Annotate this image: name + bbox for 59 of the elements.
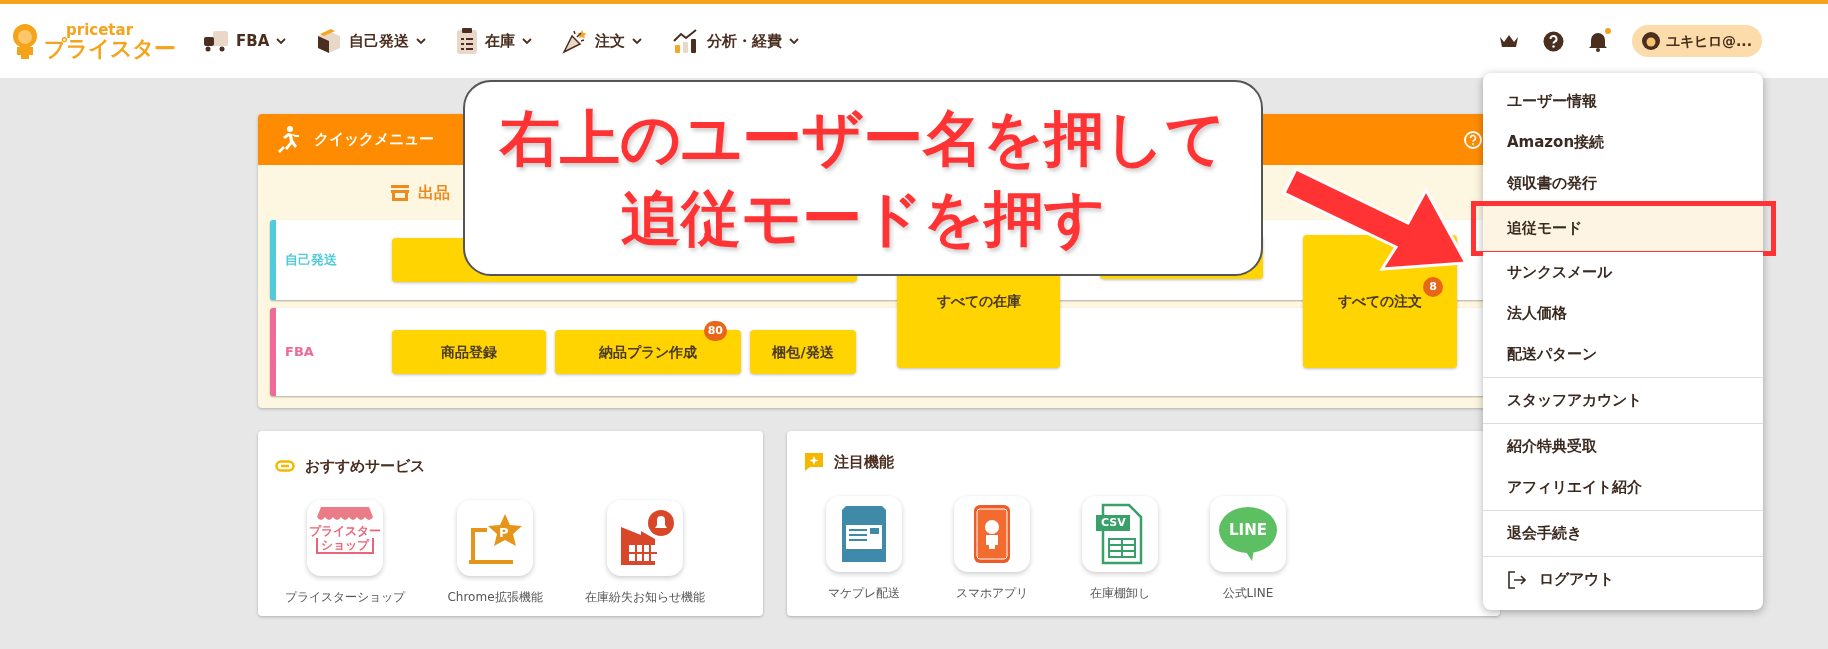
app-label: マケプレ配送 <box>828 584 900 602</box>
menu-item[interactable]: 追従モード <box>1483 204 1763 252</box>
nav-menu[interactable]: 自己発送 <box>316 28 427 54</box>
avatar-icon <box>1642 32 1661 50</box>
chevron-down-icon <box>789 37 800 45</box>
logo-subtext: pricetar <box>65 22 135 38</box>
app-label: 在庫紛失お知らせ機能 <box>585 588 705 606</box>
mailbox-icon <box>839 504 889 563</box>
logo-text: プライスター <box>44 37 175 60</box>
app-label: Chrome拡張機能 <box>447 588 543 606</box>
app-tile[interactable] <box>954 495 1030 572</box>
app-tile[interactable] <box>826 495 902 572</box>
menu-item[interactable]: 紹介特典受取 <box>1483 426 1763 467</box>
chevron-down-icon <box>276 37 287 45</box>
bell-icon[interactable] <box>1588 30 1609 52</box>
chevron-down-icon <box>522 37 533 45</box>
nav-menu[interactable]: FBA <box>203 29 287 53</box>
menu-item[interactable]: ログアウト <box>1483 559 1763 600</box>
sparkle-chat-icon <box>804 452 824 473</box>
clipboard-icon <box>456 27 479 55</box>
app-label: 在庫棚卸し <box>1090 584 1150 602</box>
help-icon[interactable] <box>1543 30 1565 52</box>
app-tile[interactable] <box>607 499 683 576</box>
menu-item[interactable]: サンクスメール <box>1483 252 1763 293</box>
nav-menu[interactable]: 分析・経費 <box>672 28 800 54</box>
row-label: FBA <box>284 343 315 362</box>
app-label: スマホアプリ <box>956 584 1028 602</box>
running-person-icon <box>276 125 300 154</box>
card-title: おすすめサービス <box>305 456 425 477</box>
nav-menu[interactable]: 在庫 <box>456 27 533 55</box>
row-label: 自己発送 <box>284 251 338 270</box>
menu-item[interactable]: 配送パターン <box>1483 334 1763 375</box>
nav-menu[interactable]: 注文 <box>562 28 643 54</box>
menu-item[interactable]: 退会手続き <box>1483 513 1763 554</box>
menu-item[interactable]: 法人価格 <box>1483 293 1763 334</box>
party-popper-icon <box>562 28 589 54</box>
phone-mascot-icon <box>972 502 1012 565</box>
menu-item[interactable]: Amazon接続 <box>1483 122 1763 163</box>
store-icon <box>390 183 410 202</box>
chevron-down-icon <box>416 37 427 45</box>
menu-item[interactable]: スタッフアカウント <box>1483 380 1763 421</box>
menu-item[interactable]: ユーザー情報 <box>1483 81 1763 122</box>
menu-item[interactable]: 領収書の発行 <box>1483 163 1763 204</box>
chevron-down-icon <box>632 37 643 45</box>
section-heading: 出品 <box>418 181 450 204</box>
menu-button[interactable]: 梱包/発送 <box>750 330 856 374</box>
user-menu-button[interactable]: ユキヒロ@... <box>1632 25 1762 57</box>
callout-text: 右上のユーザー名を押して <box>500 102 1226 175</box>
logout-icon <box>1507 570 1527 589</box>
truck-icon <box>203 29 229 53</box>
crown-icon[interactable] <box>1499 34 1520 48</box>
link-icon <box>275 460 295 473</box>
menu-button[interactable]: 商品登録 <box>392 330 546 374</box>
card-title: 注目機能 <box>834 452 894 473</box>
app-label: 公式LINE <box>1222 584 1274 602</box>
card-title: クイックメニュー <box>314 129 434 151</box>
box-icon <box>316 28 343 54</box>
app-label: プライスターショップ <box>285 588 405 606</box>
menu-item[interactable]: アフィリエイト紹介 <box>1483 467 1763 508</box>
